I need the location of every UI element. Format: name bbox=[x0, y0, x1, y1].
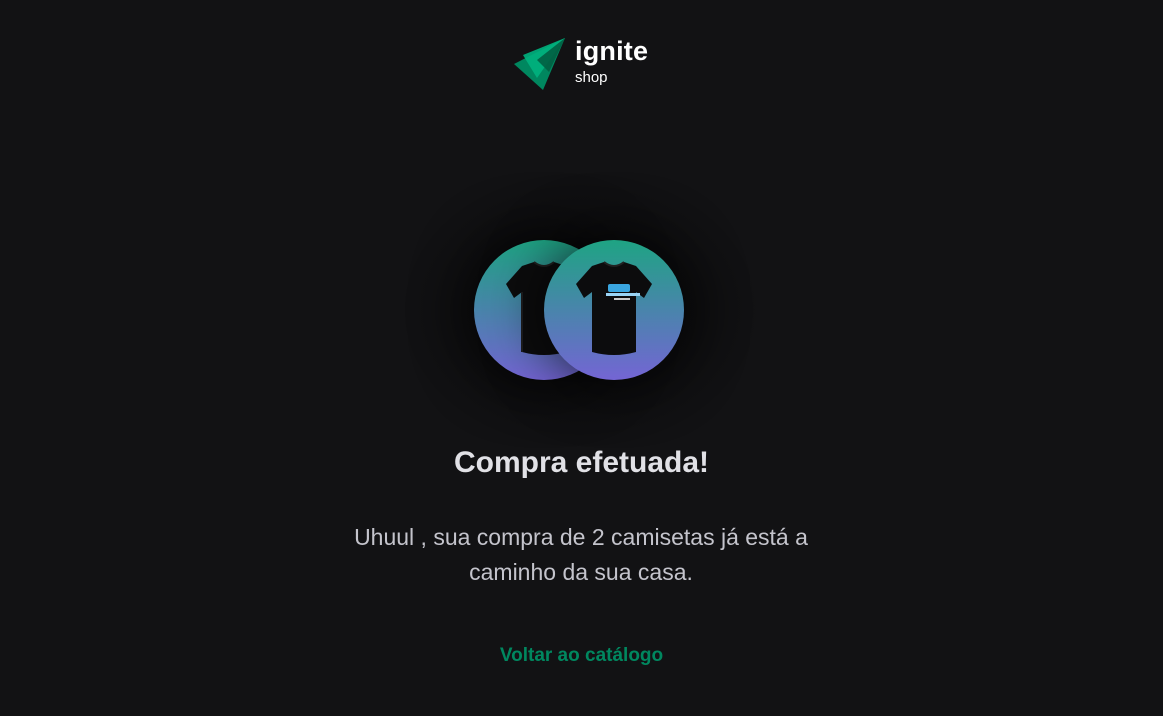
logo[interactable]: ignite shop bbox=[513, 38, 648, 92]
logo-title: ignite bbox=[575, 36, 649, 66]
back-link-container: Voltar ao catálogo bbox=[0, 645, 1163, 667]
success-page: ignite shop Compra efetuada! Uhuul , sua… bbox=[0, 0, 1163, 716]
logo-subtitle: shop bbox=[575, 69, 608, 86]
product-image-2 bbox=[544, 240, 684, 380]
logo-text: ignite shop bbox=[575, 36, 649, 86]
success-message: Uhuul , sua compra de 2 camisetas já est… bbox=[354, 524, 808, 585]
back-to-catalog-link[interactable]: Voltar ao catálogo bbox=[500, 645, 663, 666]
page-title: Compra efetuada! bbox=[453, 446, 710, 480]
logo-icon bbox=[514, 38, 565, 90]
tshirt-image bbox=[576, 261, 652, 355]
